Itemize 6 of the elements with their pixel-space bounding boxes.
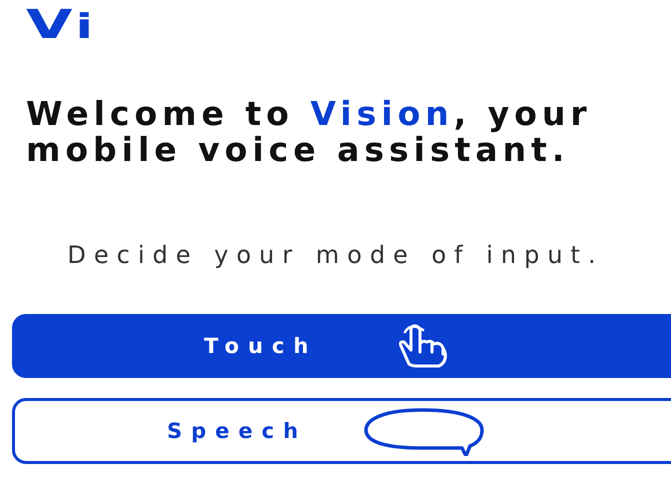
speech-button[interactable]: Speech bbox=[12, 398, 671, 464]
logo: Vi bbox=[26, 2, 96, 48]
touch-button[interactable]: Touch bbox=[12, 314, 671, 378]
welcome-heading: Welcome to Vision, your mobile voice assistant. bbox=[26, 96, 593, 168]
mode-prompt: Decide your mode of input. bbox=[66, 240, 605, 271]
speech-bubble-icon bbox=[362, 406, 486, 456]
